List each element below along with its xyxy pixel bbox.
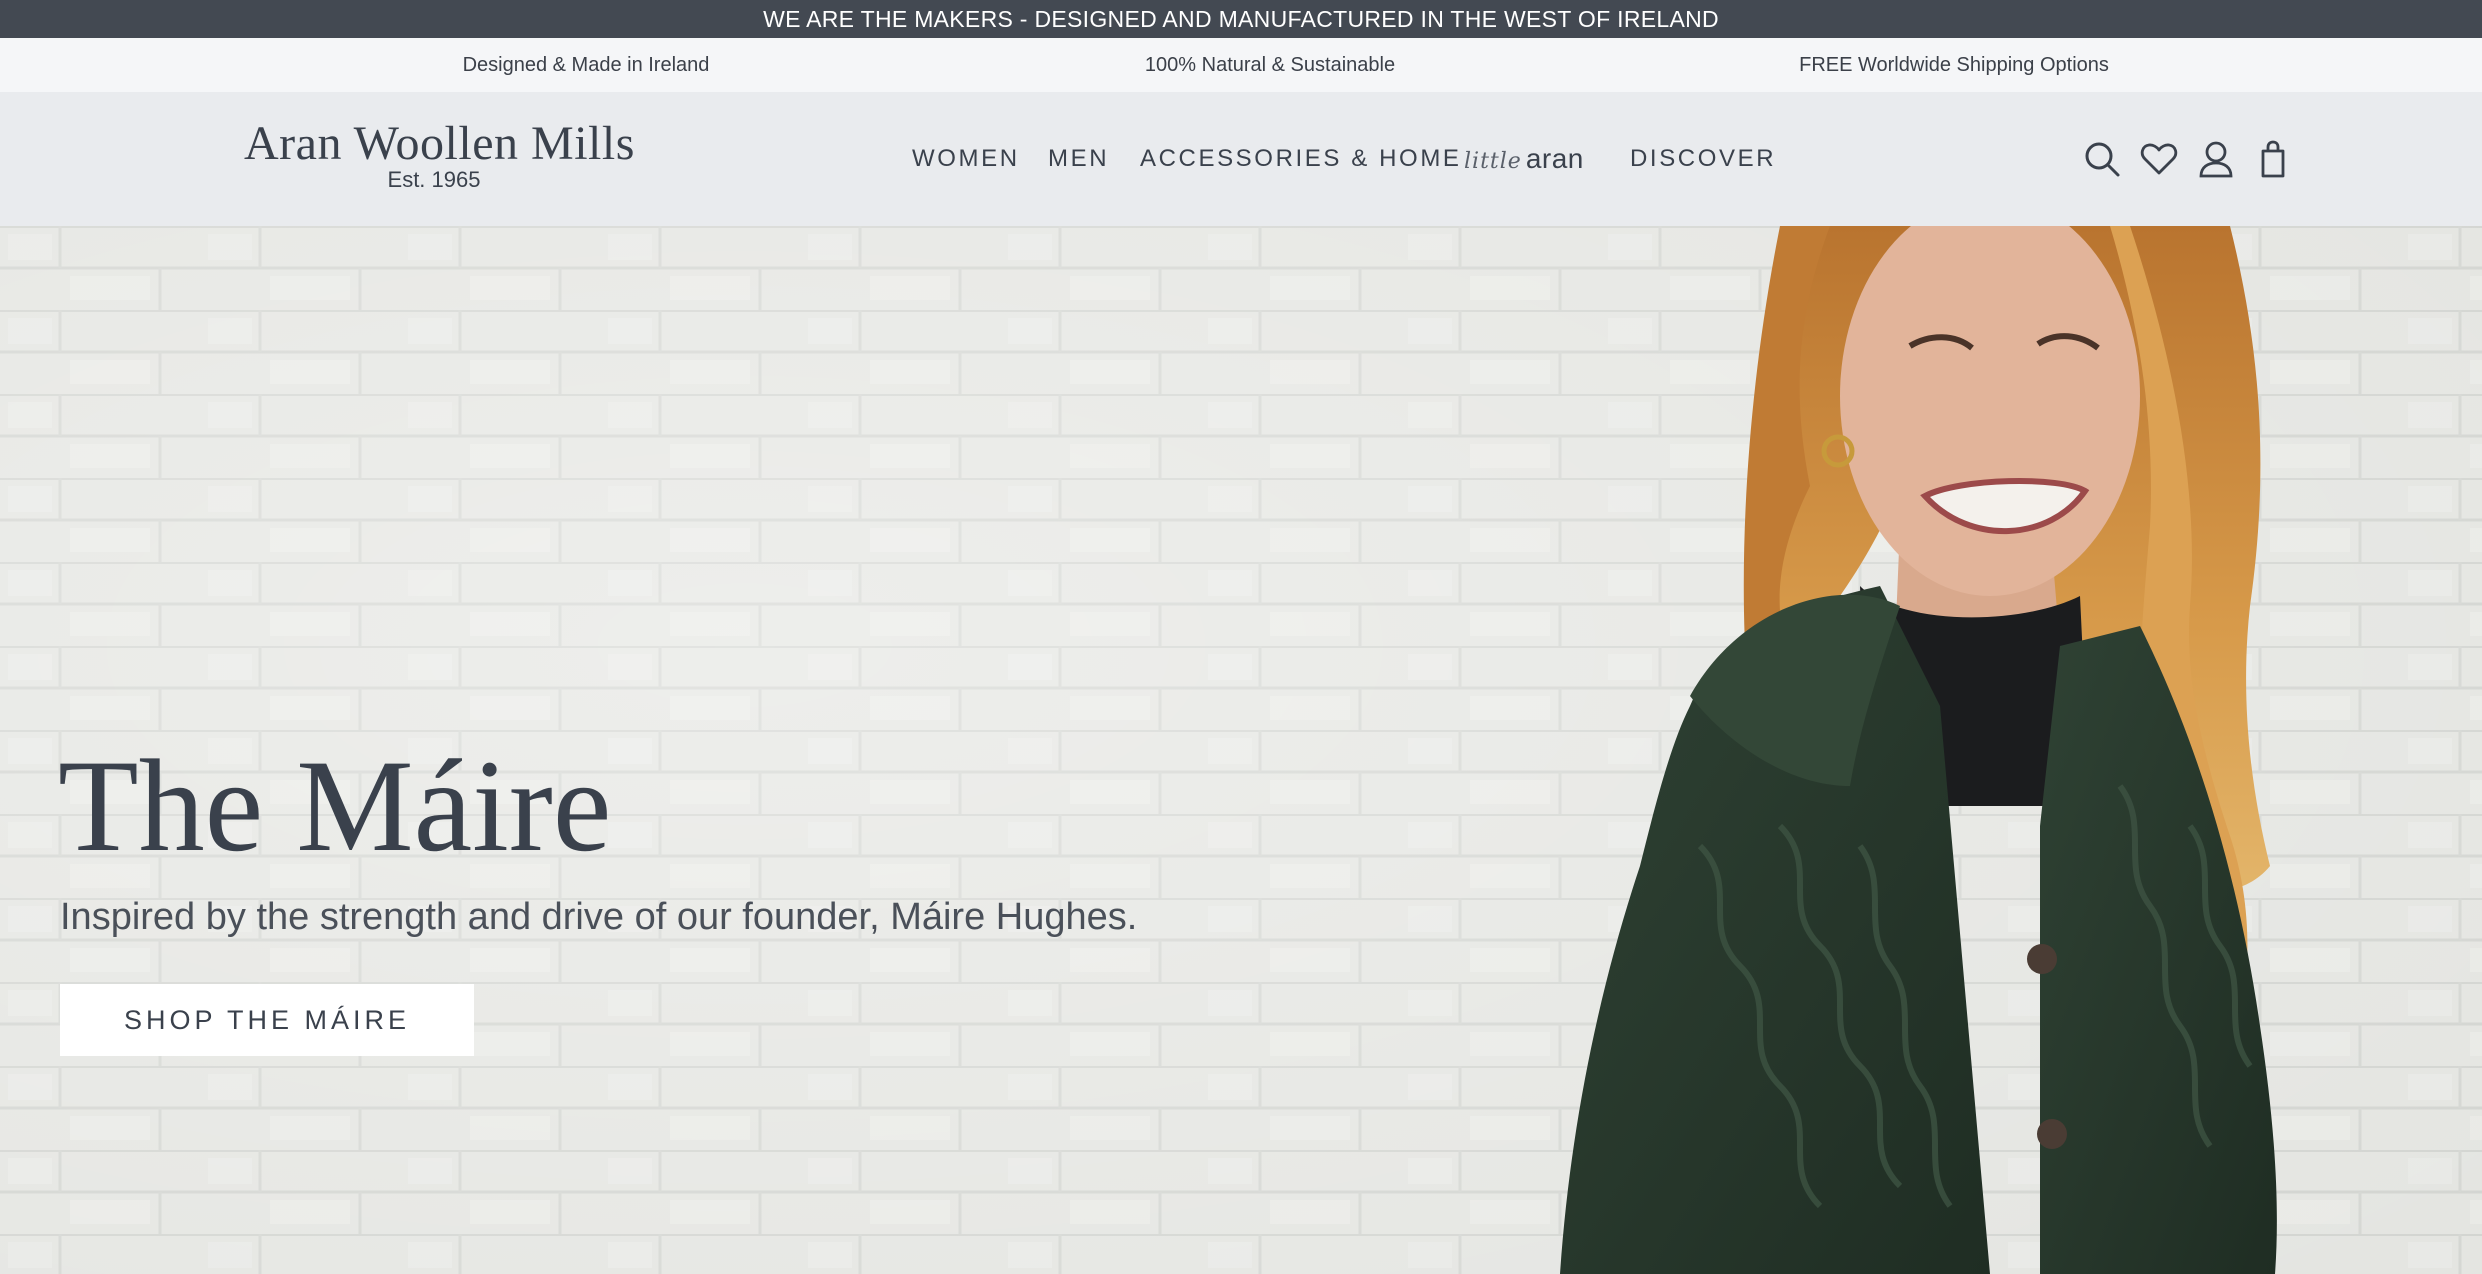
logo-wordmark: Aran Woollen Mills [244, 117, 635, 170]
usp-item-made-in-ireland: Designed & Made in Ireland [462, 54, 710, 76]
usp-item-natural: 100% Natural & Sustainable [1144, 54, 1396, 76]
nav-item-women[interactable]: WOMEN [912, 92, 1020, 226]
bag-icon[interactable] [2253, 138, 2293, 180]
shop-the-maire-button[interactable]: SHOP THE MÁIRE [60, 984, 474, 1056]
heart-icon[interactable] [2139, 138, 2179, 180]
hero-subtitle: Inspired by the strength and drive of ou… [60, 896, 1138, 938]
search-icon[interactable] [2082, 138, 2122, 180]
hero-banner: The Máire Inspired by the strength and d… [0, 226, 2482, 1274]
nav-item-accessories-home[interactable]: ACCESSORIES & HOME [1140, 92, 1462, 226]
announcement-text: WE ARE THE MAKERS - DESIGNED AND MANUFAC… [763, 5, 1719, 32]
site-header: Aran Woollen Mills Est. 1965 WOMEN MEN A… [0, 92, 2482, 226]
nav-item-men[interactable]: MEN [1048, 92, 1109, 226]
nav-item-little-aran[interactable]: little aran [1464, 92, 1584, 226]
little-aran-word: aran [1525, 143, 1584, 174]
announcement-bar: WE ARE THE MAKERS - DESIGNED AND MANUFAC… [0, 0, 2482, 38]
usp-item-shipping: FREE Worldwide Shipping Options [1799, 54, 2109, 76]
logo-established: Est. 1965 [387, 167, 481, 192]
little-aran-script: little [1464, 149, 1522, 174]
hero-title: The Máire [58, 732, 612, 879]
site-logo[interactable]: Aran Woollen Mills Est. 1965 [244, 117, 635, 192]
nav-item-discover[interactable]: DISCOVER [1630, 92, 1776, 226]
usp-bar: Designed & Made in Ireland 100% Natural … [0, 38, 2482, 93]
account-icon[interactable] [2196, 138, 2236, 180]
